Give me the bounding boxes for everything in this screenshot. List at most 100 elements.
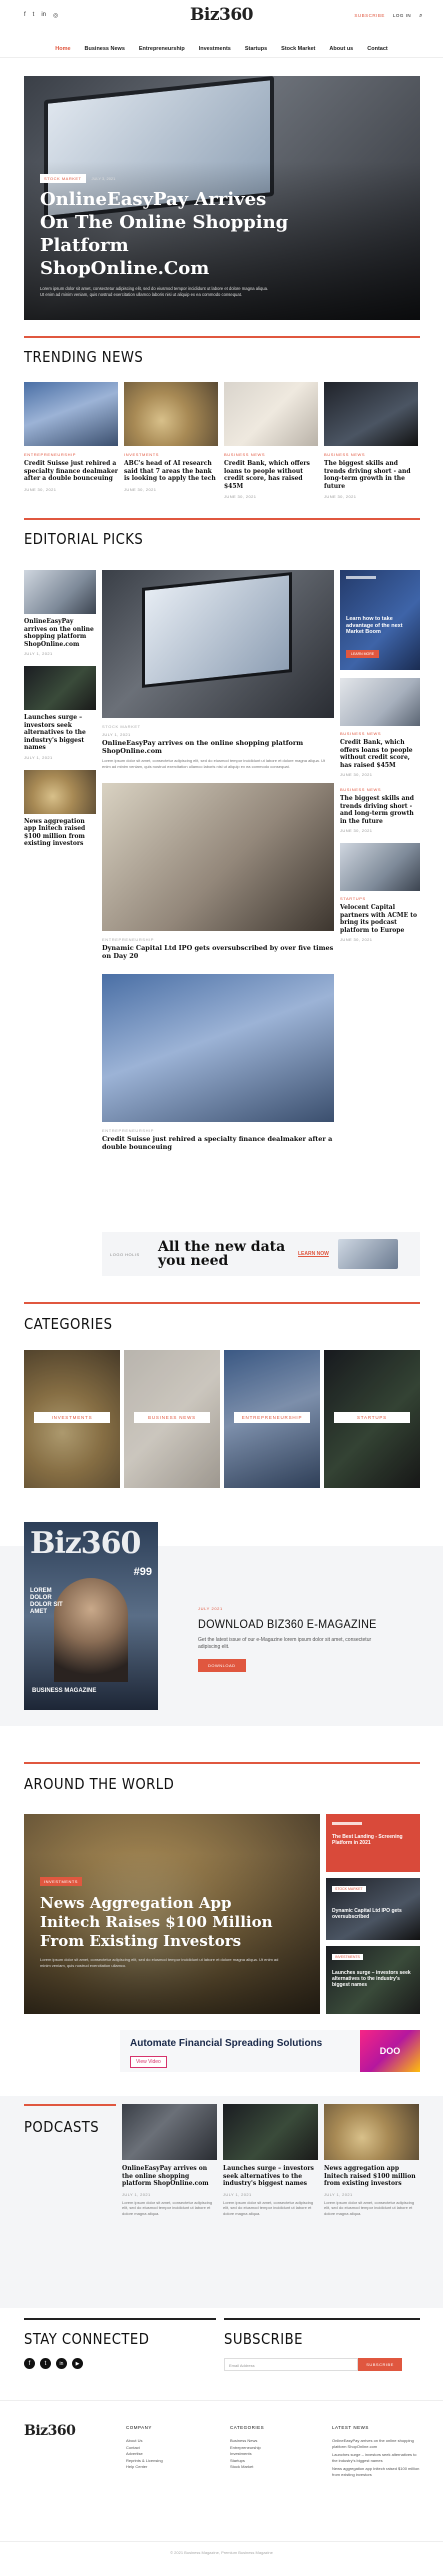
- login-link[interactable]: LOG IN: [393, 13, 411, 20]
- editorial-center-item[interactable]: ENTREPRENEURSHIP Credit Suisse just rehi…: [102, 974, 334, 1151]
- hero-title[interactable]: OnlineEasyPay Arrives On The Online Shop…: [40, 188, 300, 280]
- editorial-left-title[interactable]: Launches surge – investors seek alternat…: [24, 714, 96, 752]
- footer-latest-link[interactable]: OnlineEasyPay arrives on the online shop…: [332, 2438, 420, 2449]
- world-main-feature[interactable]: INVESTMENTS News Aggregation App Initech…: [24, 1814, 320, 2014]
- category-card[interactable]: INVESTMENTS: [24, 1350, 120, 1488]
- magazine-download-button[interactable]: DOWNLOAD: [198, 1659, 246, 1672]
- editorial-center-category[interactable]: STOCK MARKET: [102, 724, 334, 729]
- editorial-right-title[interactable]: Credit Bank, which offers loans to peopl…: [340, 739, 420, 769]
- trending-title[interactable]: ABC's head of AI research said that 7 ar…: [124, 460, 218, 483]
- editorial-right-category[interactable]: STARTUPS: [340, 896, 420, 901]
- main-nav: Home Business News Entrepreneurship Inve…: [0, 40, 443, 58]
- category-card[interactable]: BUSINESS NEWS: [124, 1350, 220, 1488]
- editorial-left-item[interactable]: News aggregation app Initech raised $100…: [24, 769, 96, 848]
- world-side-title[interactable]: Dynamic Capital Ltd IPO gets oversubscri…: [332, 1908, 414, 1920]
- magazine-cover[interactable]: Biz360 #99 LOREM DOLOR DOLOR SIT AMET BU…: [24, 1522, 158, 1710]
- trending-item[interactable]: INVESTMENTS ABC's head of AI research sa…: [124, 382, 218, 499]
- editorial-right-item[interactable]: BUSINESS NEWS The biggest skills and tre…: [340, 787, 420, 833]
- youtube-icon[interactable]: ▶: [72, 2358, 83, 2369]
- nav-home[interactable]: Home: [55, 46, 70, 52]
- footer-link[interactable]: Help Center: [126, 2464, 216, 2471]
- editorial-center-title[interactable]: Credit Suisse just rehired a specialty f…: [102, 1135, 334, 1151]
- editorial-center-item[interactable]: STOCK MARKET JULY 1, 2021 OnlineEasyPay …: [102, 570, 334, 769]
- facebook-icon[interactable]: f: [24, 2358, 35, 2369]
- podcast-title[interactable]: News aggregation app Initech raised $100…: [324, 2165, 419, 2188]
- ad-button[interactable]: LEARN MORE: [346, 650, 380, 658]
- category-card[interactable]: ENTREPRENEURSHIP: [224, 1350, 320, 1488]
- footer-latest-link[interactable]: Launches surge – investors seek alternat…: [332, 2452, 420, 2463]
- banner-button[interactable]: LEARN NOW: [298, 1251, 338, 1257]
- podcast-title[interactable]: OnlineEasyPay arrives on the online shop…: [122, 2165, 217, 2188]
- twitter-icon[interactable]: t: [40, 2358, 51, 2369]
- subscribe-link[interactable]: SUBSCRIBE: [354, 13, 385, 20]
- editorial-left-title[interactable]: OnlineEasyPay arrives on the online shop…: [24, 618, 96, 648]
- world-side-category[interactable]: STOCK MARKET: [332, 1886, 366, 1892]
- nav-about[interactable]: About us: [329, 46, 353, 52]
- trending-category[interactable]: INVESTMENTS: [124, 452, 218, 457]
- editorial-left-image: [24, 570, 96, 614]
- editorial-right-ad[interactable]: Learn how to take advantage of the next …: [340, 570, 420, 670]
- trending-item[interactable]: BUSINESS NEWS The biggest skills and tre…: [324, 382, 418, 499]
- banner-laptop-image: [338, 1239, 398, 1269]
- nav-investments[interactable]: Investments: [199, 46, 231, 52]
- podcasts-rule: [24, 2104, 116, 2106]
- editorial-center-title[interactable]: OnlineEasyPay arrives on the online shop…: [102, 739, 334, 755]
- category-label[interactable]: INVESTMENTS: [34, 1412, 110, 1423]
- category-label[interactable]: BUSINESS NEWS: [134, 1412, 210, 1423]
- banner-ad-data[interactable]: LOGO HOLIS All the new data you need LEA…: [102, 1232, 420, 1276]
- editorial-center-category[interactable]: ENTREPRENEURSHIP: [102, 1128, 334, 1133]
- world-main-category[interactable]: INVESTMENTS: [40, 1877, 82, 1886]
- category-card[interactable]: STARTUPS: [324, 1350, 420, 1488]
- trending-item[interactable]: BUSINESS NEWS Credit Bank, which offers …: [224, 382, 318, 499]
- podcast-title[interactable]: Launches surge – investors seek alternat…: [223, 2165, 318, 2188]
- editorial-left-title[interactable]: News aggregation app Initech raised $100…: [24, 818, 96, 848]
- nav-business-news[interactable]: Business News: [85, 46, 125, 52]
- podcast-item[interactable]: OnlineEasyPay arrives on the online shop…: [122, 2104, 217, 2216]
- editorial-left-item[interactable]: Launches surge – investors seek alternat…: [24, 666, 96, 760]
- editorial-center-item[interactable]: ENTREPRENEURSHIP Dynamic Capital Ltd IPO…: [102, 783, 334, 960]
- nav-startups[interactable]: Startups: [245, 46, 267, 52]
- editorial-right-item[interactable]: BUSINESS NEWS Credit Bank, which offers …: [340, 678, 420, 777]
- trending-title[interactable]: Credit Bank, which offers loans to peopl…: [224, 460, 318, 490]
- category-label[interactable]: STARTUPS: [334, 1412, 410, 1423]
- nav-stock-market[interactable]: Stock Market: [281, 46, 315, 52]
- banner2-button[interactable]: View Video: [130, 2056, 167, 2068]
- banner-ad-automate[interactable]: Automate Financial Spreading Solutions V…: [120, 2030, 420, 2072]
- email-field[interactable]: Email Address: [224, 2358, 358, 2371]
- trending-title[interactable]: Credit Suisse just rehired a specialty f…: [24, 460, 118, 483]
- hero-feature[interactable]: STOCK MARKET JULY 3, 2021 OnlineEasyPay …: [24, 76, 420, 320]
- linkedin-icon[interactable]: in: [56, 2358, 67, 2369]
- subscribe-button[interactable]: SUBSCRIBE: [358, 2358, 402, 2371]
- trending-category[interactable]: ENTREPRENEURSHIP: [24, 452, 118, 457]
- nav-contact[interactable]: Contact: [367, 46, 387, 52]
- world-side-title[interactable]: The Best Landing - Screening Platform in…: [332, 1834, 414, 1846]
- world-side-item[interactable]: The Best Landing - Screening Platform in…: [326, 1814, 420, 1872]
- search-icon[interactable]: ⌕: [419, 13, 423, 20]
- podcast-excerpt: Lorem ipsum dolor sit amet, consectetur …: [122, 2199, 213, 2216]
- editorial-center-title[interactable]: Dynamic Capital Ltd IPO gets oversubscri…: [102, 944, 334, 960]
- trending-category[interactable]: BUSINESS NEWS: [324, 452, 418, 457]
- editorial-right-item[interactable]: STARTUPS Velocent Capital partners with …: [340, 843, 420, 942]
- world-main-title[interactable]: News Aggregation App Initech Raises $100…: [40, 1894, 290, 1951]
- category-label[interactable]: ENTREPRENEURSHIP: [234, 1412, 310, 1423]
- world-side-category[interactable]: INVESTMENTS: [332, 1954, 363, 1960]
- editorial-right-title[interactable]: The biggest skills and trends driving sh…: [340, 795, 420, 825]
- footer-link[interactable]: Stock Market: [230, 2464, 320, 2471]
- editorial-right-category[interactable]: BUSINESS NEWS: [340, 731, 420, 736]
- world-side-item[interactable]: STOCK MARKET Dynamic Capital Ltd IPO get…: [326, 1878, 420, 1940]
- podcast-item[interactable]: Launches surge – investors seek alternat…: [223, 2104, 318, 2216]
- trending-title[interactable]: The biggest skills and trends driving sh…: [324, 460, 418, 490]
- editorial-center-category[interactable]: ENTREPRENEURSHIP: [102, 937, 334, 942]
- footer-latest-link[interactable]: News aggregation app Initech raised $100…: [332, 2466, 420, 2477]
- trending-item[interactable]: ENTREPRENEURSHIP Credit Suisse just rehi…: [24, 382, 118, 499]
- hero-category-badge[interactable]: STOCK MARKET: [40, 174, 86, 183]
- world-side-item[interactable]: INVESTMENTS Launches surge – investors s…: [326, 1946, 420, 2014]
- editorial-right-title[interactable]: Velocent Capital partners with ACME to b…: [340, 904, 420, 934]
- footer-logo[interactable]: Biz360: [24, 2423, 76, 2439]
- nav-entrepreneurship[interactable]: Entrepreneurship: [139, 46, 185, 52]
- editorial-right-category[interactable]: BUSINESS NEWS: [340, 787, 420, 792]
- trending-category[interactable]: BUSINESS NEWS: [224, 452, 318, 457]
- world-side-title[interactable]: Launches surge – investors seek alternat…: [332, 1970, 414, 1988]
- editorial-left-item[interactable]: OnlineEasyPay arrives on the online shop…: [24, 570, 96, 656]
- podcast-item[interactable]: News aggregation app Initech raised $100…: [324, 2104, 419, 2216]
